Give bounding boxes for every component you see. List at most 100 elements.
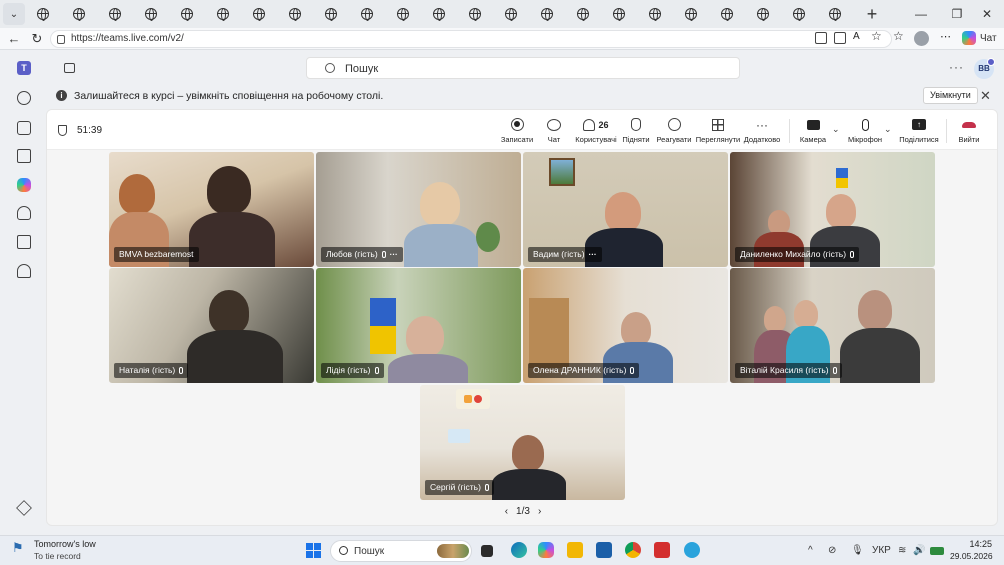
activity-bell-icon[interactable]: [17, 264, 31, 278]
more-options-button[interactable]: ···: [949, 60, 964, 74]
wifi-icon[interactable]: ≋: [898, 545, 906, 556]
browser-tab[interactable]: [565, 0, 601, 28]
browser-tab[interactable]: [601, 0, 637, 28]
copilot-chat-button[interactable]: Чат: [962, 31, 997, 45]
file-explorer-icon[interactable]: [567, 542, 583, 558]
browser-tab[interactable]: [457, 0, 493, 28]
tray-mic-icon[interactable]: 🎙: [851, 545, 864, 556]
mic-button[interactable]: Мікрофон: [842, 116, 888, 144]
video-tile[interactable]: Наталія (гість): [109, 268, 314, 383]
store-icon[interactable]: [596, 542, 612, 558]
edge-browser-icon[interactable]: [511, 542, 527, 558]
next-page-icon[interactable]: ›: [538, 506, 541, 517]
browser-tab[interactable]: [133, 0, 169, 28]
weather-icon[interactable]: ⚑: [12, 540, 28, 556]
video-tile[interactable]: Даниленко Михайло (гість): [730, 152, 935, 267]
react-button[interactable]: Реагувати: [652, 116, 696, 144]
browser-tab[interactable]: [637, 0, 673, 28]
share-button[interactable]: ↑ Поділитися: [896, 116, 942, 144]
video-tile[interactable]: Любов (гість) ···: [316, 152, 521, 267]
refresh-button[interactable]: ↻: [29, 31, 45, 47]
chat-button[interactable]: Чат: [532, 116, 576, 144]
browser-tab[interactable]: [205, 0, 241, 28]
taskbar-time[interactable]: 14:25: [960, 539, 992, 549]
people-button[interactable]: 26 Користувачі: [573, 116, 619, 144]
camera-button[interactable]: Камера: [791, 116, 835, 144]
browser-menu-icon[interactable]: ⋯: [940, 30, 952, 43]
user-avatar[interactable]: BB: [974, 58, 995, 79]
side-panel-toggle-icon[interactable]: [64, 63, 75, 73]
browser-tab[interactable]: [313, 0, 349, 28]
video-tile[interactable]: BMVA bezbaremost: [109, 152, 314, 267]
video-tile[interactable]: Олена ДРАННИК (гість): [523, 268, 728, 383]
video-tile[interactable]: Віталій Красиля (гість): [730, 268, 935, 383]
premium-gem-icon[interactable]: [16, 500, 32, 516]
contacts-icon[interactable]: [17, 149, 31, 163]
browser-tab[interactable]: [529, 0, 565, 28]
browser-tab[interactable]: [709, 0, 745, 28]
browser-tab[interactable]: [421, 0, 457, 28]
new-tab-button[interactable]: +: [857, 4, 887, 25]
view-button[interactable]: Переглянути: [695, 116, 741, 144]
taskbar-search-input[interactable]: Пошук: [330, 540, 472, 562]
browser-tab[interactable]: [493, 0, 529, 28]
browser-tab[interactable]: [25, 0, 61, 28]
app-install-icon[interactable]: [834, 32, 846, 44]
meet-icon[interactable]: [17, 121, 31, 135]
pdf-reader-icon[interactable]: [654, 542, 670, 558]
task-view-icon[interactable]: [481, 545, 493, 557]
favorite-star-icon[interactable]: ☆: [871, 29, 883, 43]
enable-notifications-button[interactable]: Увімкнути: [923, 87, 978, 104]
close-window-button[interactable]: ✕: [970, 0, 1004, 28]
browser-tab[interactable]: [817, 0, 853, 28]
mic-options-chevron-icon[interactable]: ⌄: [884, 124, 892, 135]
grid-view-icon: [712, 118, 724, 131]
read-aloud-icon[interactable]: A: [853, 31, 865, 43]
camera-permission-icon[interactable]: [815, 32, 827, 44]
chat-icon[interactable]: [17, 91, 31, 105]
start-windows-icon[interactable]: [306, 543, 321, 558]
more-actions-button[interactable]: ··· Додатково: [740, 116, 784, 145]
taskbar-date[interactable]: 29.05.2026: [950, 551, 993, 561]
browser-tab[interactable]: [169, 0, 205, 28]
telegram-icon[interactable]: [684, 542, 700, 558]
teams-logo-icon[interactable]: T: [17, 61, 31, 75]
video-tile[interactable]: Сергій (гість): [420, 385, 625, 500]
browser-tab[interactable]: [349, 0, 385, 28]
back-button[interactable]: ←: [6, 31, 22, 47]
browser-tab[interactable]: [673, 0, 709, 28]
copilot-icon[interactable]: [17, 178, 31, 192]
camera-options-chevron-icon[interactable]: ⌄: [832, 124, 840, 135]
camera-off-icon[interactable]: ⊘: [828, 545, 836, 556]
show-hidden-icons-chevron-icon[interactable]: ^: [808, 545, 813, 556]
chrome-icon[interactable]: [625, 542, 641, 558]
maximize-button[interactable]: ❐: [940, 0, 974, 28]
communities-icon[interactable]: [17, 206, 31, 220]
video-tile[interactable]: Вадим (гість) ···: [523, 152, 728, 267]
browser-tab[interactable]: [241, 0, 277, 28]
tab-actions-menu-button[interactable]: ⌄: [3, 3, 25, 25]
volume-icon[interactable]: 🔊: [913, 545, 925, 556]
favorites-icon[interactable]: ☆: [893, 29, 905, 43]
browser-tab[interactable]: [745, 0, 781, 28]
previous-page-icon[interactable]: ‹: [505, 506, 508, 517]
browser-profile-avatar[interactable]: [914, 31, 929, 46]
browser-tab[interactable]: [97, 0, 133, 28]
browser-tab[interactable]: [385, 0, 421, 28]
browser-tab[interactable]: [781, 0, 817, 28]
browser-tab[interactable]: [61, 0, 97, 28]
leave-button[interactable]: Вийти: [947, 116, 991, 144]
muted-mic-icon: [832, 367, 837, 374]
video-tile[interactable]: Лідія (гість): [316, 268, 521, 383]
language-indicator[interactable]: УКР: [872, 545, 891, 556]
battery-icon[interactable]: [930, 547, 944, 555]
address-bar[interactable]: https://teams.live.com/v2/: [50, 30, 892, 48]
calendar-icon[interactable]: [17, 235, 31, 249]
more-icon[interactable]: ···: [589, 247, 597, 262]
close-banner-icon[interactable]: ✕: [980, 88, 991, 104]
browser-tab[interactable]: [277, 0, 313, 28]
copilot-app-icon[interactable]: [538, 542, 554, 558]
more-icon[interactable]: ···: [390, 247, 398, 262]
minimize-button[interactable]: —: [904, 0, 938, 28]
search-input[interactable]: Пошук: [306, 57, 740, 79]
